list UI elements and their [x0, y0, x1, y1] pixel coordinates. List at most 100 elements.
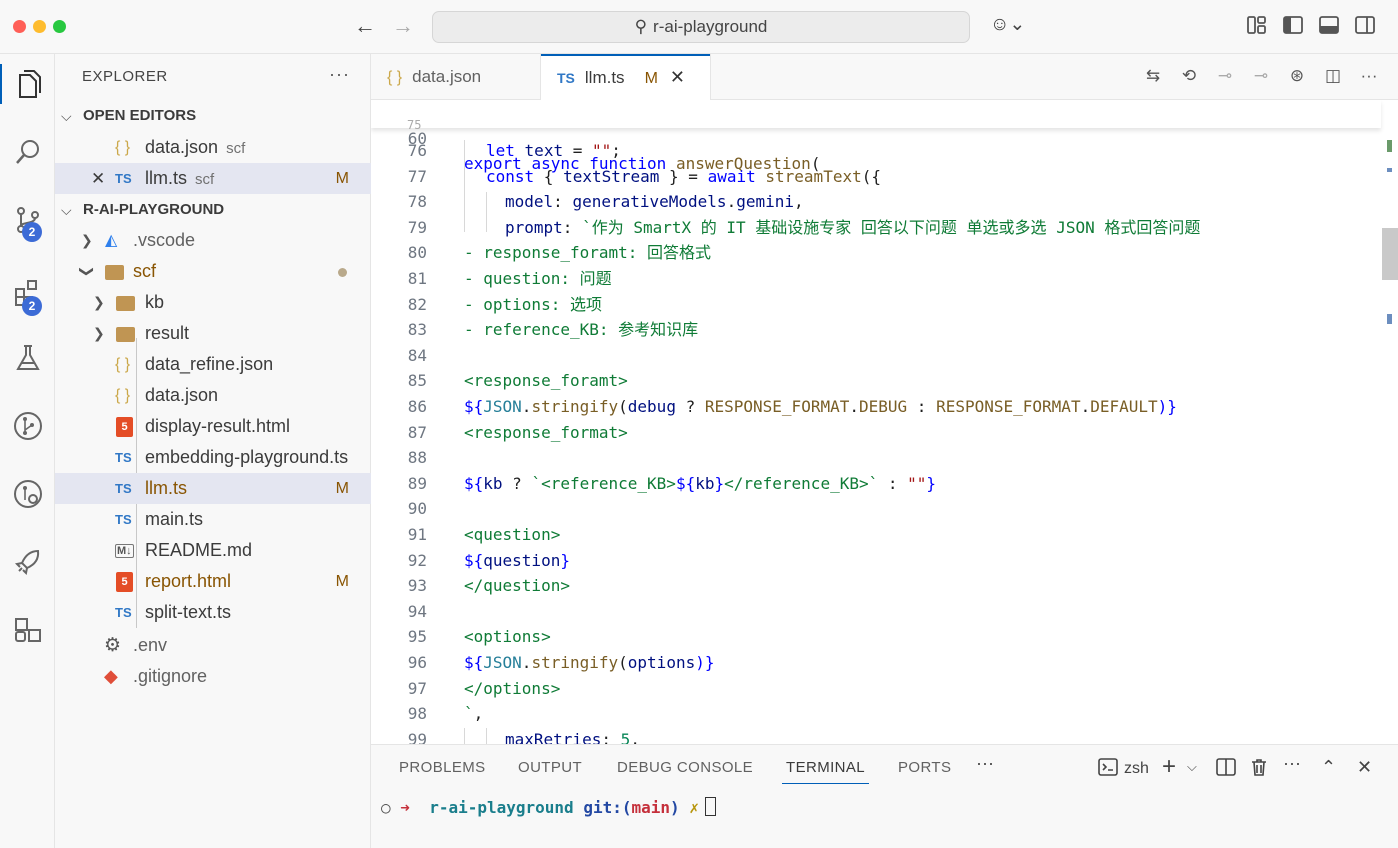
command-center-search[interactable]: ⚲ r-ai-playground — [432, 11, 970, 43]
trash-icon[interactable] — [1249, 757, 1269, 782]
typescript-file-icon: TS — [115, 512, 132, 527]
remote-explorer-icon[interactable] — [0, 470, 55, 518]
tree-item-data-refine-json[interactable]: { } data_refine.json — [55, 349, 371, 380]
modified-marker: M — [335, 573, 349, 590]
vscode-folder-icon: ◭ — [105, 232, 118, 249]
code-editor[interactable]: 60 export async function answerQuestion(… — [371, 100, 1398, 744]
folder-icon — [116, 296, 135, 311]
folder-icon — [116, 327, 135, 342]
terminal-shell-icon[interactable] — [1098, 757, 1118, 778]
next-change-icon[interactable]: ⊸ — [1250, 66, 1272, 86]
tab-label: data.json — [412, 67, 482, 86]
arrow-right-icon[interactable]: → — [392, 14, 414, 38]
indent-guide — [486, 728, 487, 744]
customize-layout-icon[interactable] — [1246, 14, 1270, 38]
zoom-window-button[interactable] — [53, 20, 66, 33]
tree-item-data-json[interactable]: { } data.json — [55, 380, 371, 411]
modified-dot — [338, 268, 347, 277]
source-control-icon[interactable]: 2 — [0, 196, 55, 244]
testing-icon[interactable] — [0, 334, 55, 382]
tab-label: llm.ts — [584, 68, 625, 87]
tab-data-json[interactable]: { } data.json — [371, 54, 541, 100]
indent-guide — [486, 192, 487, 232]
tab-problems[interactable]: PROBLEMS — [399, 759, 486, 776]
typescript-file-icon: TS — [115, 605, 132, 620]
tree-item-result[interactable]: ❯ result — [55, 318, 371, 349]
arrow-left-icon[interactable]: ← — [354, 14, 376, 38]
modified-marker: M — [644, 70, 658, 87]
tree-item-scf[interactable]: ❯ scf — [55, 256, 371, 287]
tab-ports[interactable]: PORTS — [898, 759, 951, 776]
close-icon[interactable]: ✕ — [670, 67, 685, 87]
close-window-button[interactable] — [13, 20, 26, 33]
tab-terminal[interactable]: TERMINAL — [781, 759, 870, 784]
typescript-file-icon: TS — [115, 450, 132, 465]
terminal-cursor — [704, 797, 716, 816]
close-icon[interactable]: ✕ — [91, 163, 105, 194]
overview-ruler-mark — [1387, 140, 1392, 152]
git-lens-icon[interactable]: ⊛ — [1286, 66, 1308, 86]
json-file-icon: { } — [387, 69, 403, 86]
terminal-prompt[interactable]: ○ ➜ r-ai-playground git:(main) ✗ — [381, 797, 716, 817]
open-editors-header[interactable]: ⌵ OPEN EDITORS — [55, 102, 371, 130]
tree-item-split-text-ts[interactable]: TS split-text.ts — [55, 597, 371, 628]
editor-scrollbar-thumb[interactable] — [1382, 228, 1398, 280]
maximize-panel-icon[interactable]: ⌃ — [1321, 757, 1336, 778]
search-icon: ⚲ — [634, 17, 648, 36]
close-panel-icon[interactable]: ✕ — [1357, 757, 1372, 778]
tab-debug-console[interactable]: DEBUG CONSOLE — [617, 759, 753, 776]
copilot-icon[interactable]: ☺⌄ — [990, 13, 1025, 36]
json-file-icon: { } — [115, 139, 131, 156]
typescript-file-icon: TS — [557, 70, 575, 86]
minimize-window-button[interactable] — [33, 20, 46, 33]
more-actions-icon[interactable]: ··· — [1283, 753, 1301, 774]
open-editor-item[interactable]: ✕ TS llm.ts scf M — [55, 163, 371, 194]
tree-item-readme-md[interactable]: M↓ README.md — [55, 535, 371, 566]
tree-item-llm-ts[interactable]: TS llm.ts M — [55, 473, 371, 504]
tree-item-env[interactable]: ⚙ .env — [55, 630, 371, 661]
toggle-primary-sidebar-icon[interactable] — [1282, 14, 1306, 38]
remote-containers-icon[interactable] — [0, 606, 55, 654]
search-icon[interactable] — [0, 128, 55, 176]
chevron-right-icon: ❯ — [93, 325, 105, 341]
tree-item-embedding-playground-ts[interactable]: TS embedding-playground.ts — [55, 442, 371, 473]
overview-ruler-mark — [1387, 168, 1392, 172]
extensions-badge: 2 — [22, 296, 42, 316]
explorer-icon[interactable] — [0, 60, 55, 108]
line-number: 75 — [407, 118, 422, 132]
bottom-panel: PROBLEMS OUTPUT DEBUG CONSOLE TERMINAL P… — [371, 744, 1398, 848]
json-file-icon: { } — [115, 387, 131, 404]
tree-item-main-ts[interactable]: TS main.ts — [55, 504, 371, 535]
more-actions-icon[interactable]: ··· — [1358, 66, 1380, 86]
git-graph-icon[interactable] — [0, 402, 55, 450]
tree-item-vscode[interactable]: ❯ ◭ .vscode — [55, 225, 371, 256]
tree-item-report-html[interactable]: 5 report.html M — [55, 566, 371, 597]
compare-changes-icon[interactable]: ⇆ — [1142, 66, 1164, 86]
gear-icon: ⚙ — [104, 635, 122, 656]
go-back-change-icon[interactable]: ⟲ — [1178, 66, 1200, 86]
rocket-icon[interactable] — [0, 538, 55, 586]
add-terminal-icon[interactable]: + — [1162, 753, 1176, 781]
sticky-scroll[interactable]: 60 export async function answerQuestion(… — [371, 100, 1381, 173]
tree-item-kb[interactable]: ❯ kb — [55, 287, 371, 318]
editor-tab-bar: { } data.json TS llm.ts M ✕ ⇆ ⟲ ⊸ ⊸ ⊛ ◫ ··· — [371, 54, 1398, 100]
tree-item-gitignore[interactable]: ◆ .gitignore — [55, 661, 371, 692]
extensions-icon[interactable]: 2 — [0, 270, 55, 318]
tab-llm-ts[interactable]: TS llm.ts M ✕ — [541, 54, 711, 100]
toggle-panel-icon[interactable] — [1318, 14, 1342, 38]
chevron-down-icon[interactable]: ⌵ — [1187, 759, 1197, 775]
tree-item-display-result-html[interactable]: 5 display-result.html — [55, 411, 371, 442]
open-editor-label: data.json scf — [145, 137, 246, 157]
json-file-icon: { } — [115, 356, 131, 373]
split-editor-icon[interactable]: ◫ — [1322, 66, 1344, 86]
more-actions-icon[interactable]: ··· — [329, 64, 350, 85]
open-editor-item[interactable]: { } data.json scf — [55, 132, 371, 163]
project-header[interactable]: ⌵ R-AI-PLAYGROUND — [55, 196, 371, 224]
tab-output[interactable]: OUTPUT — [518, 759, 582, 776]
toggle-secondary-sidebar-icon[interactable] — [1354, 14, 1378, 38]
git-file-icon: ◆ — [104, 666, 118, 686]
previous-change-icon[interactable]: ⊸ — [1214, 66, 1236, 86]
split-terminal-icon[interactable] — [1216, 757, 1236, 782]
html-file-icon: 5 — [116, 572, 133, 592]
more-actions-icon[interactable]: ··· — [976, 753, 994, 774]
